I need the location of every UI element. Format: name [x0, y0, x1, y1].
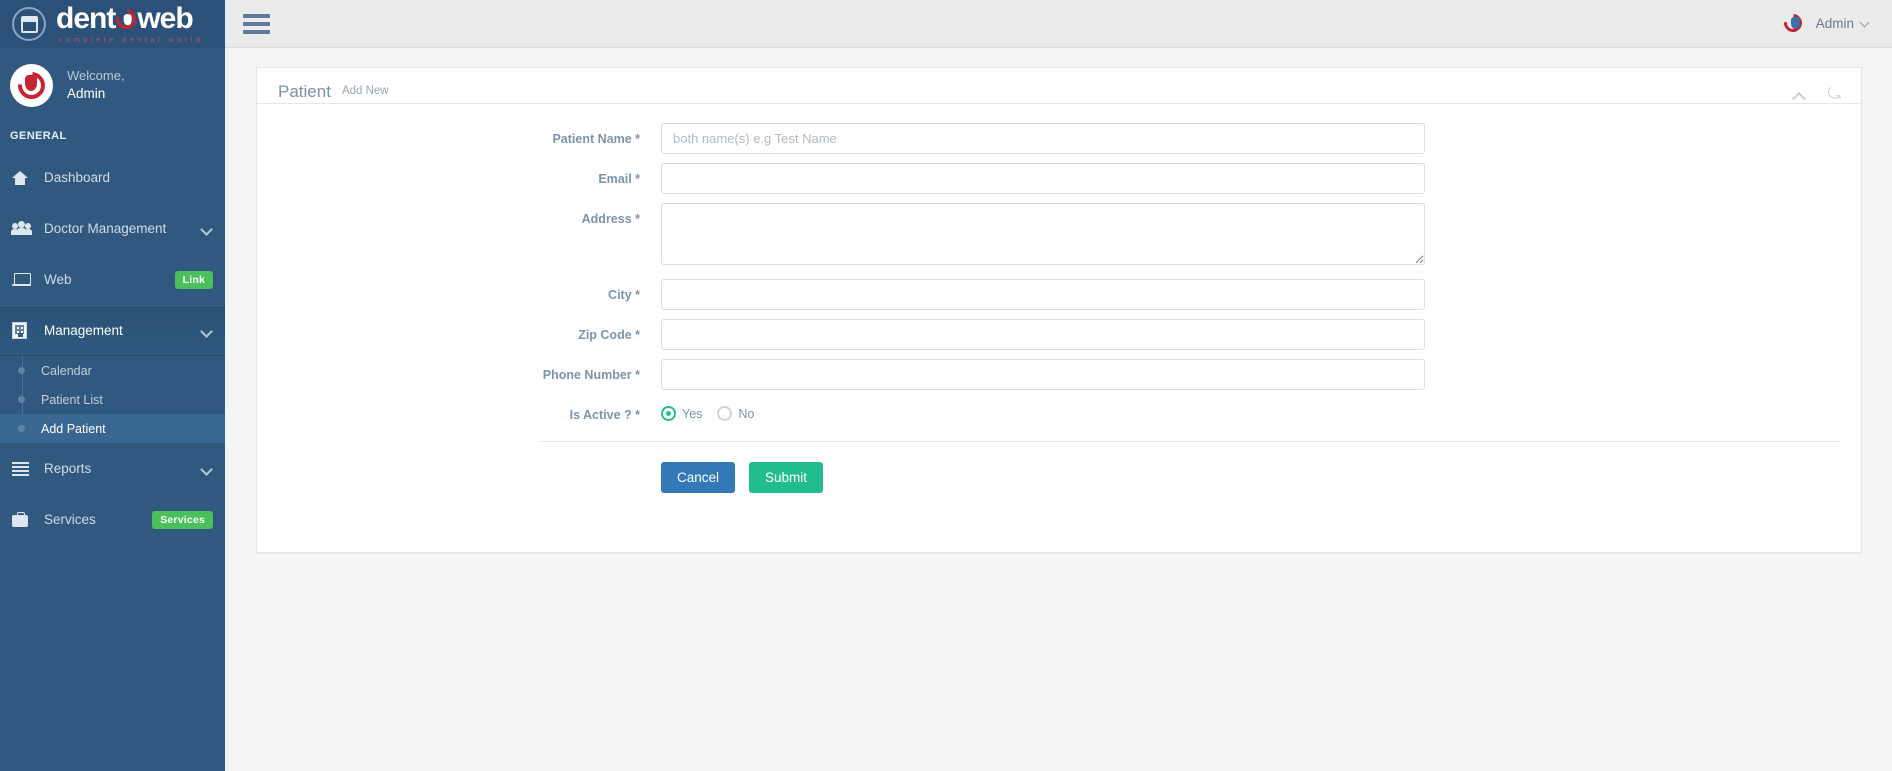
page-title: Patient: [278, 82, 331, 101]
chevron-down-icon: [201, 223, 213, 235]
briefcase-icon: [12, 512, 36, 527]
is-active-radio-yes[interactable]: Yes: [661, 406, 710, 421]
app-root: dent web complete dental world Welcome, …: [0, 0, 1892, 771]
calendar-tooth-icon: [12, 7, 46, 41]
patient-form: Patient Name * Email * Address * City *: [257, 104, 1861, 493]
field-label: Patient Name *: [552, 132, 640, 146]
field-label: Zip Code *: [578, 328, 640, 342]
chevron-up-icon[interactable]: [1792, 90, 1806, 101]
panel-tools: ⤿: [1792, 87, 1841, 103]
form-row-patient-name: Patient Name *: [257, 123, 1861, 154]
field-label: Phone Number *: [542, 368, 640, 382]
list-icon: [12, 462, 36, 476]
sidebar: dent web complete dental world Welcome, …: [0, 0, 225, 771]
sidebar-item-patient-list[interactable]: Patient List: [0, 385, 225, 414]
home-icon: [12, 170, 36, 185]
sidebar-item-calendar[interactable]: Calendar: [0, 356, 225, 385]
user-name: Admin: [67, 85, 106, 101]
field-label: City *: [608, 288, 640, 302]
bullet-icon: [18, 425, 25, 432]
sidebar-item-management[interactable]: Management: [0, 305, 225, 356]
sidebar-item-doctor-management[interactable]: Doctor Management: [0, 203, 225, 254]
is-active-radio-no[interactable]: No: [717, 406, 762, 421]
users-icon: [11, 221, 36, 235]
form-row-is-active: Is Active ? * Yes No: [257, 399, 1861, 422]
field-label: Email *: [598, 172, 640, 186]
form-row-address: Address *: [257, 203, 1861, 270]
sidebar-item-label: Dashboard: [44, 170, 111, 185]
sidebar-subitem-label: Calendar: [41, 363, 92, 378]
sidebar-item-reports[interactable]: Reports: [0, 443, 225, 494]
sidebar-subitem-label: Add Patient: [41, 421, 106, 436]
patient-form-panel: Patient Add New ⤿ Patient Name * Email *: [256, 67, 1862, 553]
phone-number-input[interactable]: [661, 359, 1425, 390]
radio-label: Yes: [682, 406, 703, 421]
sidebar-item-dashboard[interactable]: Dashboard: [0, 152, 225, 203]
avatar: [10, 63, 53, 107]
brand-name-part2: web: [137, 2, 193, 36]
page-subtitle: Add New: [341, 85, 389, 97]
brand-name-part1: dent: [56, 2, 116, 36]
zip-code-input[interactable]: [661, 319, 1425, 350]
sidebar-item-label: Doctor Management: [44, 221, 167, 236]
city-input[interactable]: [661, 279, 1425, 310]
chevron-down-icon: [201, 325, 213, 337]
building-icon: [12, 322, 36, 339]
radio-empty-icon: [717, 406, 733, 421]
form-row-email: Email *: [257, 163, 1861, 194]
address-input[interactable]: [661, 203, 1425, 265]
user-block: Welcome, Admin: [0, 54, 225, 116]
form-row-zip-code: Zip Code *: [257, 319, 1861, 350]
brand-tagline: complete dental world: [59, 35, 204, 45]
field-label: Address *: [581, 212, 640, 226]
radio-label: No: [738, 406, 755, 421]
sidebar-item-web[interactable]: Web Link: [0, 254, 225, 305]
email-input[interactable]: [661, 163, 1425, 194]
sidebar-submenu-management: Calendar Patient List Add Patient: [0, 356, 225, 443]
admin-menu[interactable]: Admin: [1780, 9, 1870, 36]
bullet-icon: [18, 396, 25, 403]
form-actions: Cancel Submit: [257, 442, 1861, 493]
laptop-icon: [12, 273, 36, 286]
sidebar-item-services[interactable]: Services Services: [0, 494, 225, 545]
sidebar-item-label: Services: [44, 512, 96, 527]
sidebar-badge-services: Services: [152, 510, 213, 529]
sidebar-item-label: Web: [44, 272, 72, 287]
panel-header: Patient Add New ⤿: [257, 68, 1861, 104]
sidebar-badge-link: Link: [174, 270, 213, 289]
sidebar-section-label: GENERAL: [10, 130, 67, 142]
top-header: Admin: [225, 0, 1892, 48]
tooth-ring-icon: [1780, 9, 1807, 36]
radio-selected-icon: [661, 406, 676, 421]
bullet-icon: [18, 367, 25, 374]
sidebar-item-label: Management: [44, 323, 123, 338]
hamburger-icon[interactable]: [243, 13, 270, 34]
cancel-button[interactable]: Cancel: [661, 462, 736, 493]
submit-button[interactable]: Submit: [749, 462, 824, 493]
sidebar-subitem-label: Patient List: [41, 392, 103, 407]
field-label: Is Active ? *: [569, 408, 640, 422]
patient-name-input[interactable]: [661, 123, 1425, 154]
brand-logo[interactable]: dent web complete dental world: [0, 0, 225, 48]
chevron-down-icon: [201, 463, 213, 475]
form-row-city: City *: [257, 279, 1861, 310]
sidebar-item-add-patient[interactable]: Add Patient: [0, 414, 225, 443]
sidebar-item-label: Reports: [44, 461, 92, 476]
chevron-down-icon: [1861, 19, 1870, 28]
reply-all-icon[interactable]: ⤿: [1828, 87, 1841, 103]
is-active-radio-group: Yes No: [661, 399, 1861, 421]
welcome-label: Welcome,: [67, 67, 125, 83]
form-row-phone-number: Phone Number *: [257, 359, 1861, 390]
brand-text: dent web complete dental world: [56, 4, 203, 44]
admin-menu-label: Admin: [1815, 16, 1854, 31]
